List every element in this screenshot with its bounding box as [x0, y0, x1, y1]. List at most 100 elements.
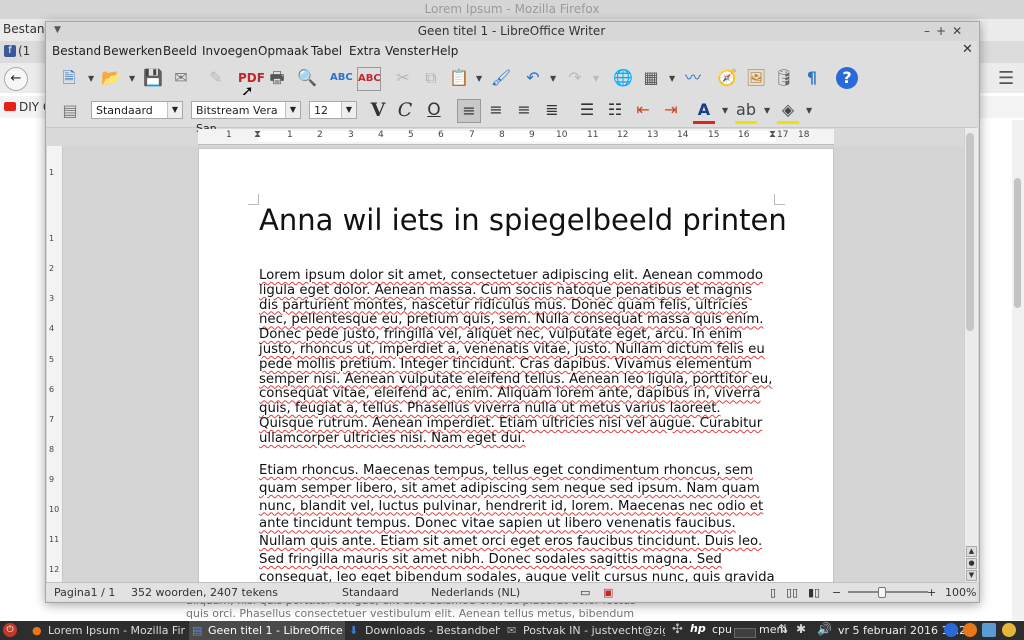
edit-mode-icon[interactable]: ✎ — [205, 67, 227, 89]
new-dropdown-icon[interactable]: ▼ — [88, 74, 94, 83]
selection-mode-icon[interactable]: ▭ — [580, 586, 590, 599]
zoom-level[interactable]: 100% — [945, 586, 976, 599]
tools-icon[interactable]: ✱ — [796, 622, 806, 636]
print-icon[interactable]: 🖶 — [266, 67, 288, 89]
font-color-icon[interactable]: A — [693, 99, 715, 124]
firefox-scrollbar-thumb[interactable] — [1014, 178, 1021, 308]
mail-launcher-icon[interactable] — [982, 623, 996, 637]
underline-icon[interactable]: O — [423, 99, 445, 121]
cut-icon[interactable]: ✂ — [392, 67, 414, 89]
close-icon[interactable]: ✕ — [952, 24, 968, 38]
align-right-icon[interactable]: ≡ — [513, 99, 535, 121]
menu-extra[interactable]: Extra — [349, 44, 381, 58]
zoom-in-button[interactable]: + — [927, 586, 936, 599]
menu-tabel[interactable]: Tabel — [311, 44, 342, 58]
chrome-launcher-icon[interactable] — [1002, 623, 1016, 637]
open-dropdown-icon[interactable]: ▼ — [129, 74, 135, 83]
navigator-icon[interactable]: 🧭 — [716, 67, 738, 89]
numbering-icon[interactable]: ☰ — [576, 99, 598, 121]
task-firefox[interactable]: ● Lorem Ipsum - Mozilla Fire... — [30, 621, 185, 640]
zoom-slider-track[interactable] — [848, 591, 928, 593]
volume-icon[interactable]: 🔊 — [817, 622, 832, 636]
cpu-monitor[interactable]: cpu — [712, 623, 732, 636]
autospellcheck-icon[interactable]: ABC — [357, 67, 381, 91]
email-icon[interactable]: ✉ — [170, 67, 192, 89]
justify-icon[interactable]: ≣ — [541, 99, 563, 121]
redo-icon[interactable]: ↷ — [564, 67, 586, 89]
copy-icon[interactable]: ⧉ — [420, 67, 442, 89]
background-color-dropdown-icon[interactable]: ▼ — [806, 106, 812, 115]
undo-icon[interactable]: ↶ — [522, 67, 544, 89]
close-document-icon[interactable]: ✕ — [962, 42, 973, 57]
increase-indent-icon[interactable]: ⇥ — [660, 99, 682, 121]
next-page-icon[interactable]: ▼ — [966, 570, 977, 581]
menu-help[interactable]: Help — [431, 44, 458, 58]
font-name-select[interactable]: Bitstream Vera San ▼ — [191, 101, 301, 135]
formatting-marks-icon[interactable]: ¶ — [801, 67, 823, 89]
task-writer[interactable]: ▤ Geen titel 1 - LibreOffice W... — [189, 621, 345, 640]
task-downloads[interactable]: ⬇ Downloads - Bestandbehe... — [347, 621, 500, 640]
book-view-icon[interactable]: ▮▯ — [808, 586, 820, 599]
menu-invoegen[interactable]: Invoegen — [202, 44, 258, 58]
paste-icon[interactable]: 📋 — [448, 67, 470, 89]
back-icon[interactable]: ← — [4, 67, 28, 91]
font-size-select[interactable]: 12 ▼ — [309, 101, 357, 119]
new-document-icon[interactable]: 🗎 — [58, 67, 80, 89]
spellcheck-icon[interactable]: ABC — [330, 67, 353, 89]
draw-functions-icon[interactable]: 〰 — [682, 67, 704, 89]
start-menu-icon[interactable]: ⏻ — [3, 623, 17, 637]
hamburger-menu-icon[interactable]: ☰ — [998, 68, 1014, 89]
puzzle-icon[interactable]: ✣ — [672, 622, 683, 637]
hyperlink-icon[interactable]: 🌐 — [612, 67, 634, 89]
paste-dropdown-icon[interactable]: ▼ — [476, 74, 482, 83]
chevron-down-icon[interactable]: ▼ — [285, 102, 300, 118]
document-paragraph-1[interactable]: Lorem ipsum dolor sit amet, consectetuer… — [259, 268, 775, 447]
previous-page-icon[interactable]: ▲ — [966, 546, 977, 557]
language-indicator[interactable]: Nederlands (NL) — [431, 586, 520, 599]
chevron-down-icon[interactable]: ▼ — [167, 102, 182, 118]
bold-icon[interactable]: V — [367, 99, 389, 121]
navigation-icon[interactable]: ● — [966, 558, 977, 569]
insert-table-icon[interactable]: ▦ — [640, 67, 662, 89]
network-icon[interactable]: ⇅ — [778, 622, 788, 636]
document-paragraph-2[interactable]: Etiam rhoncus. Maecenas tempus, tellus e… — [259, 462, 775, 582]
writer-scrollbar-thumb[interactable] — [966, 133, 974, 331]
align-left-icon[interactable]: ≡ — [457, 99, 481, 123]
gallery-icon[interactable]: 🖼 — [745, 67, 767, 89]
task-mail[interactable]: ✉ Postvak IN - justvecht@zig... — [505, 621, 665, 640]
zoom-slider-thumb[interactable] — [878, 587, 886, 598]
font-color-dropdown-icon[interactable]: ▼ — [722, 106, 728, 115]
undo-dropdown-icon[interactable]: ▼ — [550, 74, 556, 83]
menu-venster[interactable]: Venster — [385, 44, 431, 58]
right-indent-marker-icon[interactable]: ⧗ — [769, 129, 776, 140]
table-dropdown-icon[interactable]: ▼ — [669, 74, 675, 83]
menu-opmaak[interactable]: Opmaak — [258, 44, 308, 58]
word-count[interactable]: 352 woorden, 2407 tekens — [131, 586, 278, 599]
multi-page-view-icon[interactable]: ▯▯ — [786, 586, 798, 599]
redo-dropdown-icon[interactable]: ▼ — [593, 74, 599, 83]
chevron-down-icon[interactable]: ▼ — [341, 102, 356, 118]
keyboard-icon[interactable] — [944, 623, 958, 637]
vertical-ruler[interactable] — [47, 146, 63, 582]
hp-icon[interactable]: hp — [690, 622, 706, 635]
print-preview-icon[interactable]: 🔍 — [296, 67, 318, 89]
decrease-indent-icon[interactable]: ⇤ — [632, 99, 654, 121]
maximize-icon[interactable]: + — [936, 24, 952, 38]
minimize-icon[interactable]: – — [924, 24, 936, 38]
open-folder-icon[interactable]: 📂 — [100, 67, 122, 89]
save-icon[interactable]: 💾 — [142, 67, 164, 89]
help-icon[interactable]: ? — [836, 67, 858, 89]
firefox-launcher-icon[interactable] — [963, 623, 977, 637]
highlight-dropdown-icon[interactable]: ▼ — [764, 106, 770, 115]
page-indicator[interactable]: Pagina1 / 1 — [54, 586, 115, 599]
bullets-icon[interactable]: ☷ — [604, 99, 626, 121]
align-center-icon[interactable]: ≡ — [485, 99, 507, 121]
clone-formatting-icon[interactable]: 🖌 — [490, 67, 512, 89]
menu-beeld[interactable]: Beeld — [163, 44, 197, 58]
menu-bestand[interactable]: Bestand — [52, 44, 101, 58]
firefox-tab-facebook[interactable]: (1 — [18, 44, 30, 58]
italic-icon[interactable]: C — [394, 99, 416, 121]
left-indent-marker-icon[interactable]: ⧗ — [254, 129, 261, 140]
background-color-icon[interactable]: ◈ — [777, 99, 799, 124]
document-heading[interactable]: Anna wil iets in spiegelbeeld printen — [259, 203, 787, 237]
